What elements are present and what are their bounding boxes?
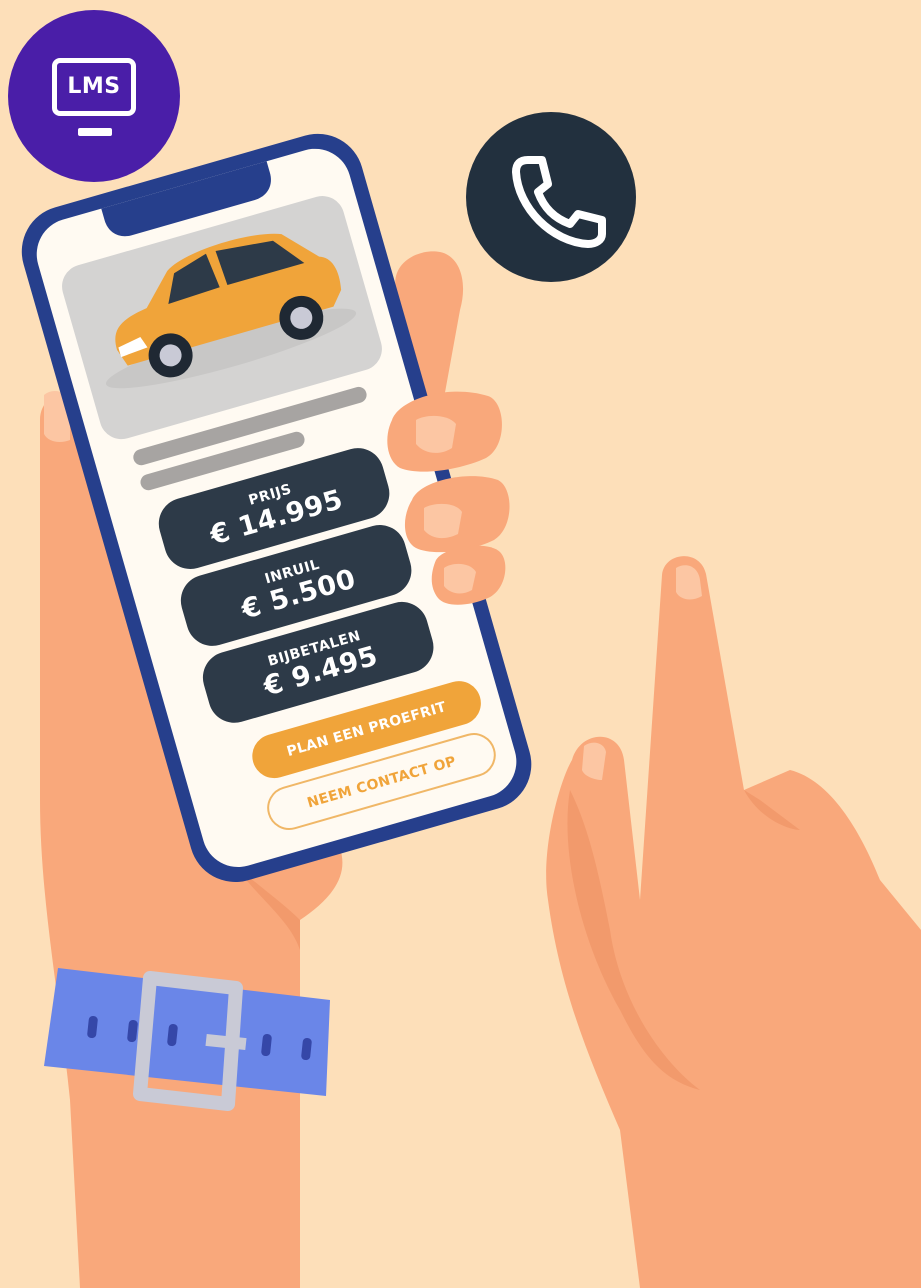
lms-badge: LMS [8,10,180,182]
illustration: LMS PRIJS € 14.995 INRUIL € 5.500 BIJBET… [0,0,921,1288]
pointing-hand [546,556,921,1288]
monitor-icon: LMS [52,58,136,116]
monitor-stand [78,128,112,136]
phone-call-badge [466,112,636,282]
phone-icon [512,156,606,248]
lms-label: LMS [67,74,121,99]
